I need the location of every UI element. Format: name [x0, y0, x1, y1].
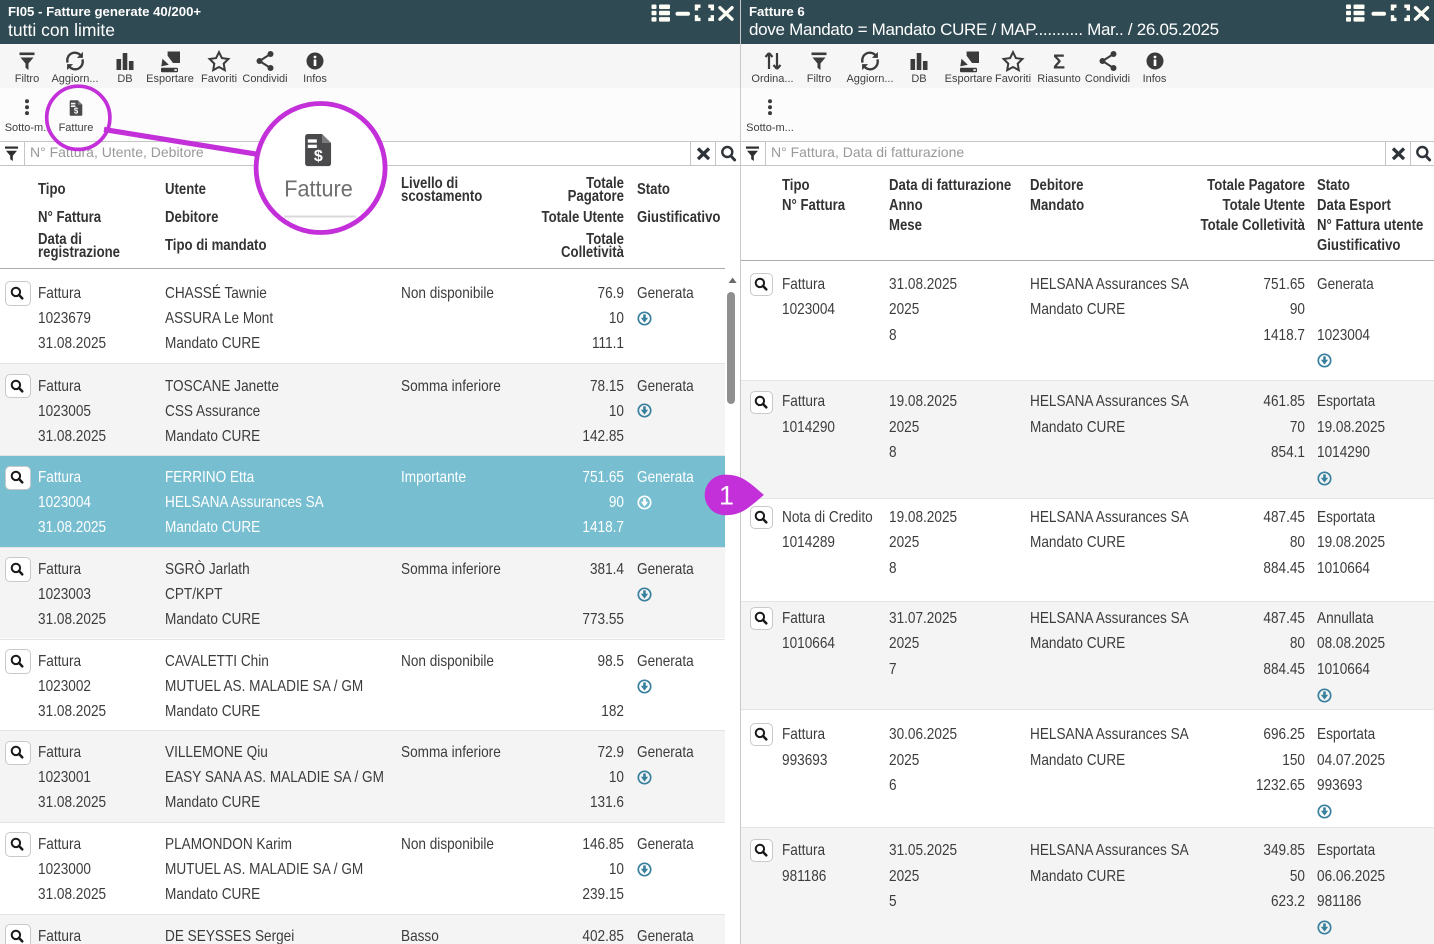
svg-text:$: $	[74, 106, 79, 115]
